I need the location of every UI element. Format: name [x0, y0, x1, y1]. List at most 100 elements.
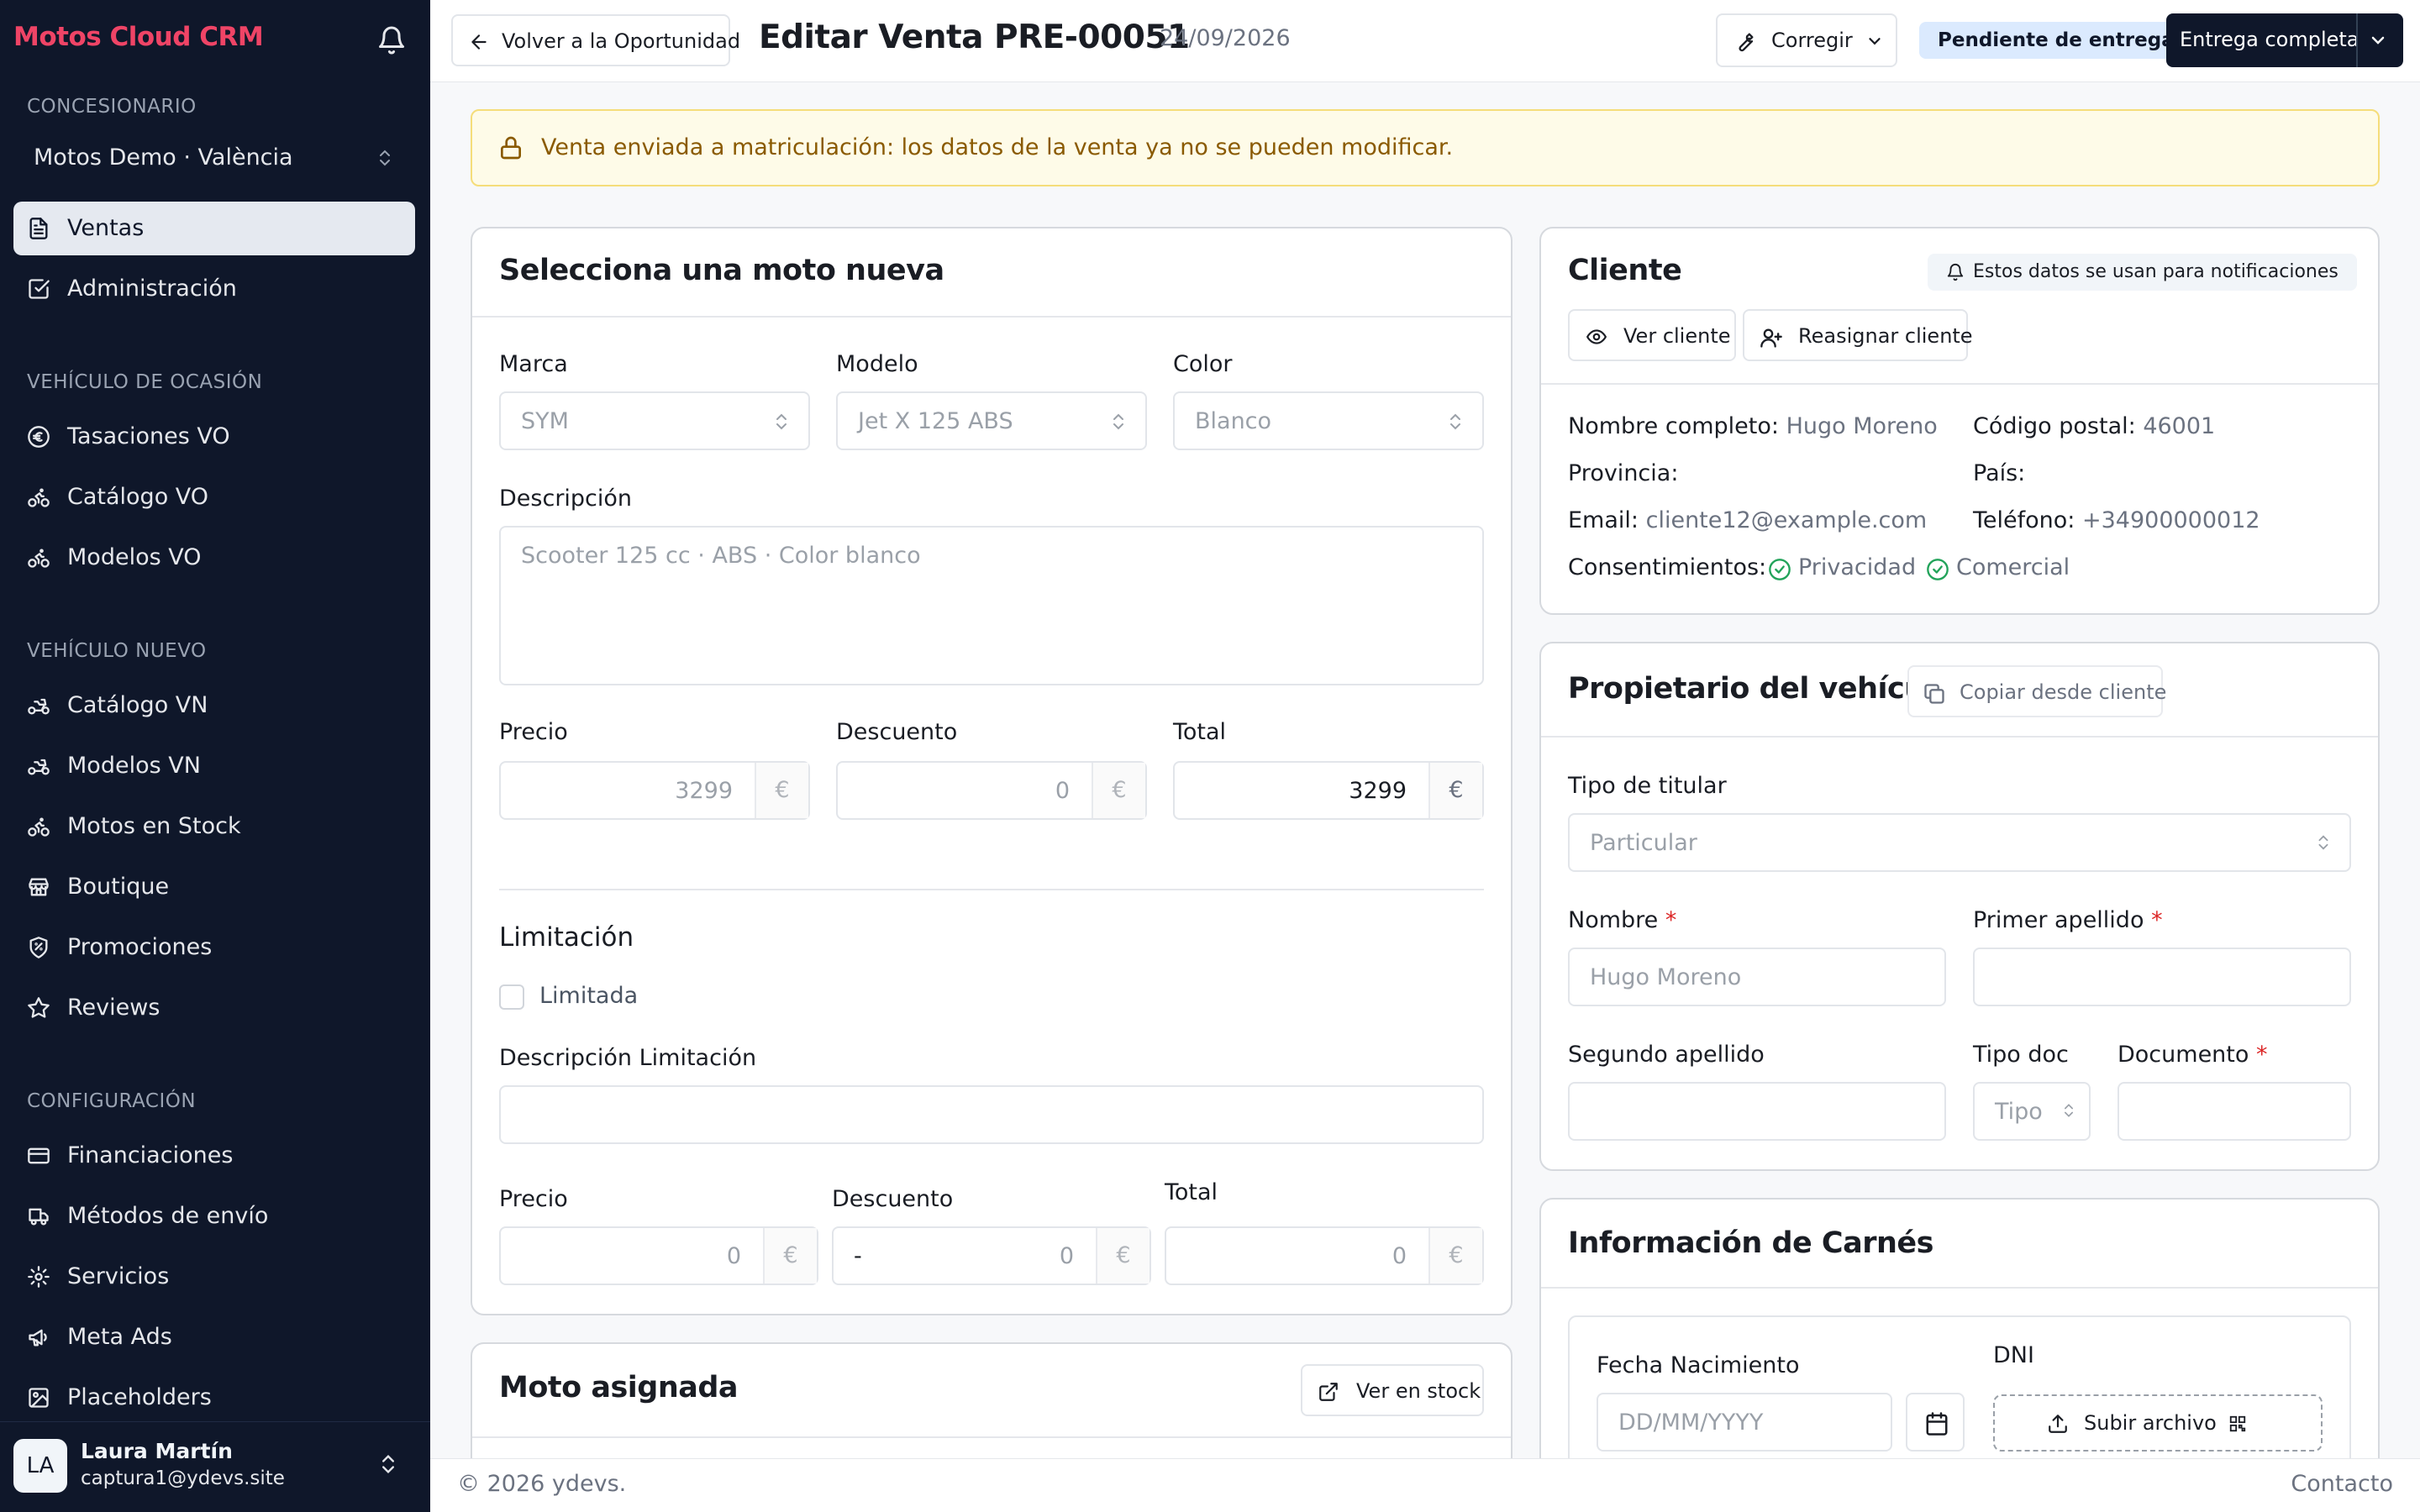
qr-code-icon[interactable] [2228, 1415, 2247, 1433]
user-menu[interactable]: LA Laura Martín captura1@ydevs.site [0, 1421, 430, 1512]
moto-card-title: Selecciona una moto nueva [499, 254, 944, 287]
back-to-opportunity-button[interactable]: Volver a la Oportunidad [451, 14, 740, 66]
currency-suffix: € [1096, 1228, 1150, 1284]
limit-price-label: Precio [499, 1186, 568, 1212]
notifications-note-text: Estos datos se usan para notificaciones [1973, 261, 2338, 282]
copy-from-client-button[interactable]: Copiar desde cliente [1907, 665, 2166, 717]
holder-type-select[interactable]: Particular [1568, 813, 2351, 872]
sidebar-item-servicios[interactable]: Servicios [13, 1250, 415, 1304]
description-textarea[interactable]: Scooter 125 cc · ABS · Color blanco [499, 526, 1484, 685]
limit-total-label: Total [1165, 1179, 1218, 1205]
locked-alert: Venta enviada a matriculación: los datos… [471, 109, 2380, 186]
status-badge: Pendiente de entrega [1919, 22, 2193, 59]
currency-suffix: € [1428, 1228, 1482, 1284]
model-select[interactable]: Jet X 125 ABS [836, 391, 1147, 450]
sidebar-item-ventas[interactable]: Ventas [13, 202, 415, 255]
chevrons-up-down-icon [375, 148, 395, 168]
date-picker-button[interactable] [1906, 1393, 1965, 1452]
megaphone-icon [27, 1326, 50, 1349]
sidebar: Motos Cloud CRM CONCESIONARIO Motos Demo… [0, 0, 430, 1512]
store-icon [27, 875, 50, 899]
limitation-description-input[interactable] [499, 1085, 1484, 1144]
copy-icon [1923, 682, 1946, 706]
doc-type-select[interactable]: Tipo [1973, 1082, 2091, 1141]
external-link-icon [1318, 1381, 1339, 1403]
correct-dropdown-button[interactable]: Corregir [1716, 13, 1897, 67]
chevron-down-icon[interactable] [2368, 30, 2388, 50]
divider [472, 1436, 1511, 1438]
licenses-card-title: Información de Carnés [1568, 1226, 1933, 1260]
sidebar-item-catalogo-vo[interactable]: Catálogo VO [13, 470, 415, 524]
sidebar-item-tasaciones-vo[interactable]: Tasaciones VO [13, 410, 415, 464]
divider [1541, 383, 2378, 385]
sidebar-item-promociones[interactable]: Promociones [13, 921, 415, 974]
sidebar-item-meta-ads[interactable]: Meta Ads [13, 1310, 415, 1364]
upload-file-button[interactable]: Subir archivo [1993, 1394, 2323, 1452]
view-client-label: Ver cliente [1623, 324, 1731, 348]
sidebar-item-label: Promociones [67, 934, 213, 960]
birth-date-input[interactable]: DD/MM/YYYY [1597, 1393, 1892, 1452]
limit-total-input[interactable]: 0 € [1165, 1226, 1484, 1285]
brand-select[interactable]: SYM [499, 391, 810, 450]
sidebar-item-label: Métodos de envío [67, 1203, 269, 1229]
brand-logo: Motos Cloud CRM [13, 22, 264, 52]
chevrons-up-down-icon [2314, 833, 2333, 852]
page-title: Editar Venta PRE-00051 [759, 18, 1190, 56]
first-surname-input[interactable] [1973, 948, 2351, 1006]
motorbike-icon [27, 754, 50, 778]
view-in-stock-button[interactable]: Ver en stock [1301, 1364, 1484, 1416]
discount-input[interactable]: 0 € [836, 761, 1147, 820]
complete-delivery-button[interactable]: Entrega completa [2166, 13, 2403, 67]
sidebar-item-administracion[interactable]: Administración [13, 262, 415, 316]
user-email: captura1@ydevs.site [81, 1467, 285, 1489]
sidebar-item-label: Boutique [67, 874, 170, 900]
file-text-icon [27, 217, 50, 240]
discount-label: Descuento [836, 719, 958, 745]
sidebar-item-modelos-vn[interactable]: Modelos VN [13, 739, 415, 793]
bike-icon [27, 546, 50, 570]
price-input[interactable]: 3299 € [499, 761, 810, 820]
sale-date: 24/09/2026 [1160, 25, 1291, 51]
sidebar-item-boutique[interactable]: Boutique [13, 860, 415, 914]
limit-price-input[interactable]: 0 € [499, 1226, 818, 1285]
limitation-description-label: Descripción Limitación [499, 1045, 757, 1071]
sidebar-item-motos-en-stock[interactable]: Motos en Stock [13, 800, 415, 853]
split-divider [2356, 13, 2358, 67]
sidebar-item-metodos-envio[interactable]: Métodos de envío [13, 1189, 415, 1243]
contact-link[interactable]: Contacto [2291, 1471, 2393, 1497]
sidebar-item-financiaciones[interactable]: Financiaciones [13, 1129, 415, 1183]
total-value: 3299 [1349, 778, 1407, 804]
sidebar-item-catalogo-vn[interactable]: Catálogo VN [13, 679, 415, 732]
footer: © 2026 ydevs. Contacto [430, 1458, 2420, 1512]
limited-checkbox[interactable] [499, 984, 524, 1010]
reassign-client-button[interactable]: Reasignar cliente [1743, 309, 1973, 361]
dealer-select[interactable]: Motos Demo · València [34, 144, 395, 178]
limit-total-value: 0 [1392, 1243, 1407, 1269]
sidebar-item-modelos-vo[interactable]: Modelos VO [13, 531, 415, 585]
sidebar-item-placeholders[interactable]: Placeholders [13, 1371, 415, 1425]
bell-icon[interactable] [376, 25, 407, 55]
star-icon [27, 996, 50, 1020]
check-circle-icon [1769, 559, 1791, 580]
credit-card-icon [27, 1144, 50, 1168]
view-client-button[interactable]: Ver cliente [1568, 309, 1736, 361]
sidebar-item-label: Tasaciones VO [67, 423, 230, 449]
birth-date-label: Fecha Nacimiento [1597, 1352, 1800, 1378]
client-full-name: Nombre completo: Hugo Moreno [1568, 413, 1938, 439]
divider [472, 316, 1511, 318]
sidebar-item-label: Modelos VN [67, 753, 201, 779]
total-label: Total [1173, 719, 1227, 745]
avatar: LA [13, 1439, 67, 1493]
second-surname-input[interactable] [1568, 1082, 1946, 1141]
currency-suffix: € [763, 1228, 817, 1284]
total-input[interactable]: 3299 € [1173, 761, 1484, 820]
motorbike-icon [27, 694, 50, 717]
document-input[interactable] [2118, 1082, 2351, 1141]
owner-name-input[interactable]: Hugo Moreno [1568, 948, 1946, 1006]
limit-discount-input[interactable]: - 0 € [832, 1226, 1151, 1285]
model-select-value: Jet X 125 ABS [858, 408, 1013, 434]
limited-checkbox-label: Limitada [539, 983, 639, 1009]
sidebar-item-reviews[interactable]: Reviews [13, 981, 415, 1035]
color-select[interactable]: Blanco [1173, 391, 1484, 450]
calendar-icon [1926, 1412, 1948, 1436]
